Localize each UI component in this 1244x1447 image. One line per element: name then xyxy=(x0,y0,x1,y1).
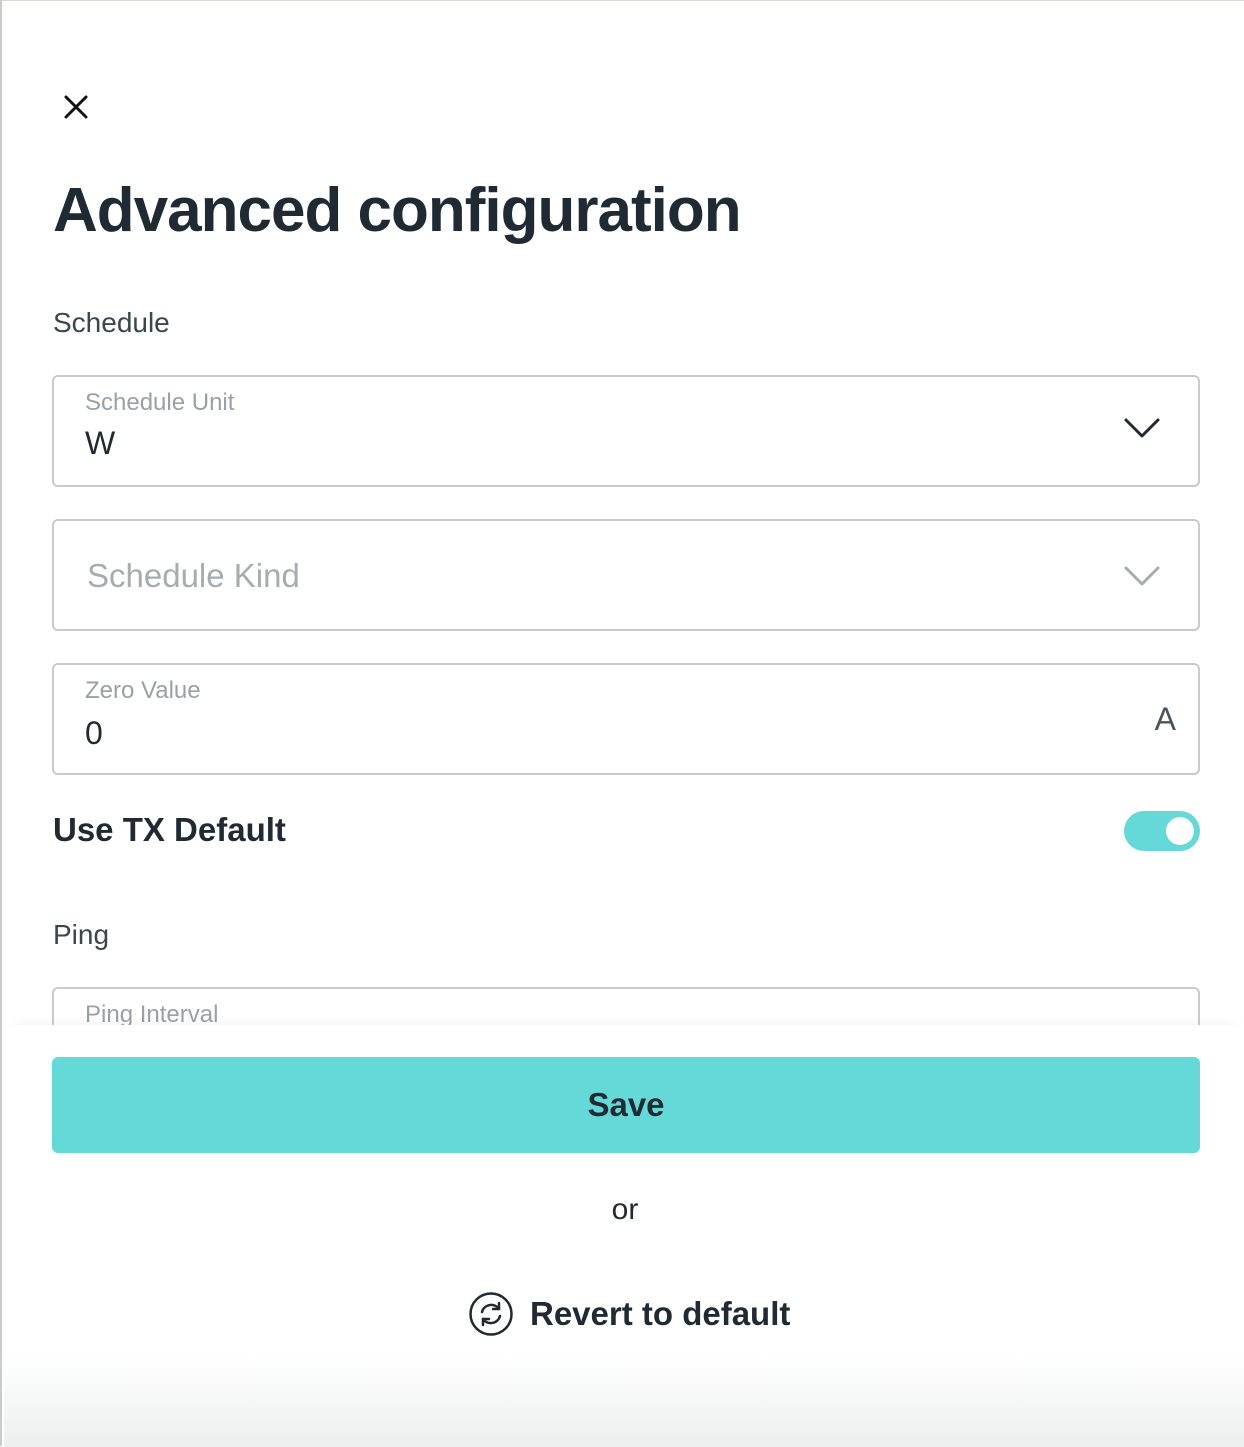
save-button[interactable]: Save xyxy=(52,1057,1200,1153)
ping-interval-clip: Ping Interval xyxy=(52,987,1200,1027)
schedule-kind-placeholder: Schedule Kind xyxy=(87,557,300,594)
close-icon[interactable] xyxy=(60,91,92,123)
footer-fade xyxy=(4,1357,1244,1447)
revert-label: Revert to default xyxy=(530,1295,791,1332)
toggle-knob xyxy=(1166,817,1194,845)
schedule-unit-value: W xyxy=(85,425,116,461)
chevron-down-icon[interactable] xyxy=(1124,565,1160,587)
zero-value-field[interactable]: Zero Value 0 A xyxy=(52,663,1200,775)
chevron-down-icon[interactable] xyxy=(1124,417,1160,439)
section-label-schedule: Schedule xyxy=(53,307,170,338)
unit-suffix: A xyxy=(1154,701,1176,737)
close-button[interactable] xyxy=(60,91,92,123)
zero-value-input[interactable]: 0 xyxy=(85,715,103,752)
advanced-config-panel: Advanced configuration Schedule Schedule… xyxy=(0,0,1244,1447)
use-tx-default-toggle[interactable] xyxy=(1124,811,1200,851)
use-tx-default-label: Use TX Default xyxy=(53,811,286,848)
ping-interval-field[interactable]: Ping Interval xyxy=(52,987,1200,1027)
section-label-ping: Ping xyxy=(53,919,110,950)
zero-value-label: Zero Value xyxy=(85,677,201,704)
schedule-kind-select[interactable]: Schedule Kind xyxy=(52,519,1200,631)
page-title: Advanced configuration xyxy=(53,176,742,245)
or-separator: or xyxy=(611,1193,639,1226)
footer-actions: Save or Revert to default xyxy=(4,1025,1244,1447)
ping-interval-label: Ping Interval xyxy=(85,1001,219,1027)
refresh-icon xyxy=(469,1292,513,1336)
schedule-unit-label: Schedule Unit xyxy=(85,389,235,416)
schedule-unit-select[interactable]: Schedule Unit W xyxy=(52,375,1200,487)
revert-to-default-button[interactable]: Revert to default xyxy=(468,1291,790,1337)
